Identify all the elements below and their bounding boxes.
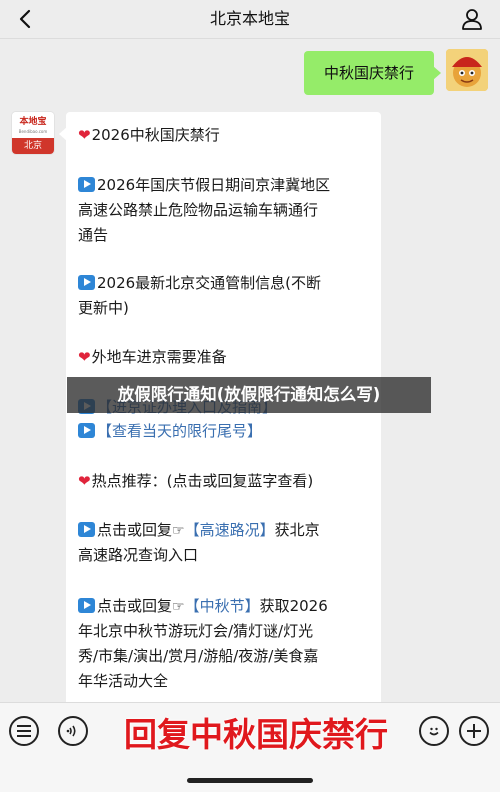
pointing-hand-icon: ☞ <box>172 599 185 615</box>
overlay-title-banner: 放假限行通知(放假限行通知怎么写) <box>67 377 431 413</box>
message-heading: ❤2026中秋国庆禁行 <box>78 123 378 147</box>
plus-icon <box>467 724 481 738</box>
bot-avatar[interactable]: 本地宝 Bendibao.com 北京 <box>12 112 54 154</box>
emoji-button[interactable] <box>419 716 449 746</box>
play-icon <box>78 275 95 290</box>
section-heading-out-of-town: ❤外地车进京需要准备 <box>78 345 378 369</box>
avatar-image <box>446 49 488 91</box>
link-item-1-line2[interactable]: 高速公路禁止危险物品运输车辆通行 <box>78 198 378 222</box>
hot-item-2[interactable]: 点击或回复☞【中秋节】获取2026 <box>78 594 378 619</box>
link-item-1[interactable]: 2026年国庆节假日期间京津冀地区 <box>78 173 378 197</box>
add-button[interactable] <box>459 716 489 746</box>
nav-bar: 北京本地宝 <box>0 0 500 39</box>
heart-icon: ❤ <box>78 348 91 366</box>
my-avatar[interactable] <box>446 49 488 91</box>
heart-icon: ❤ <box>78 472 91 490</box>
hot-item-2-line3: 秀/市集/演出/赏月/游船/夜游/美食嘉 <box>78 647 319 665</box>
play-icon <box>78 423 95 438</box>
person-icon <box>462 9 482 30</box>
link-item-2-line2[interactable]: 更新中) <box>78 296 378 320</box>
list-icon <box>17 725 31 737</box>
link-item-1-line3[interactable]: 通告 <box>78 223 378 247</box>
link-item-2[interactable]: 2026最新北京交通管制信息(不断 <box>78 271 378 295</box>
outgoing-message[interactable]: 中秋国庆禁行 <box>304 51 441 95</box>
heart-icon: ❤ <box>78 126 91 144</box>
chat-title: 北京本地宝 <box>209 9 290 28</box>
bendibao-logo-sub: Bendibao.com <box>18 129 48 134</box>
link-item-4[interactable]: 【查看当天的限行尾号】 <box>78 419 378 443</box>
home-indicator[interactable] <box>187 778 313 783</box>
voice-button[interactable] <box>58 716 88 746</box>
hot-item-1[interactable]: 点击或回复☞【高速路况】获北京 <box>78 518 378 543</box>
voice-icon <box>66 725 76 737</box>
profile-button[interactable] <box>458 5 486 33</box>
bot-city-label: 北京 <box>12 138 54 154</box>
bendibao-logo: 本地宝 <box>19 117 47 127</box>
pointing-hand-icon: ☞ <box>172 523 185 539</box>
hot-item-2-line4: 年华活动大全 <box>78 672 169 690</box>
hot-item-1-line2: 高速路况查询入口 <box>78 546 199 564</box>
reply-keyword-text: 回复中秋国庆禁行 <box>124 715 388 754</box>
menu-button[interactable] <box>9 716 39 746</box>
play-icon <box>78 598 95 613</box>
hot-recommend-heading: ❤热点推荐：(点击或回复蓝字查看) <box>78 469 378 493</box>
hot-item-2-line2: 年北京中秋节游玩灯会/猜灯谜/灯光 <box>78 622 314 640</box>
emoji-icon <box>429 727 439 736</box>
play-icon <box>78 522 95 537</box>
play-icon <box>78 177 95 192</box>
